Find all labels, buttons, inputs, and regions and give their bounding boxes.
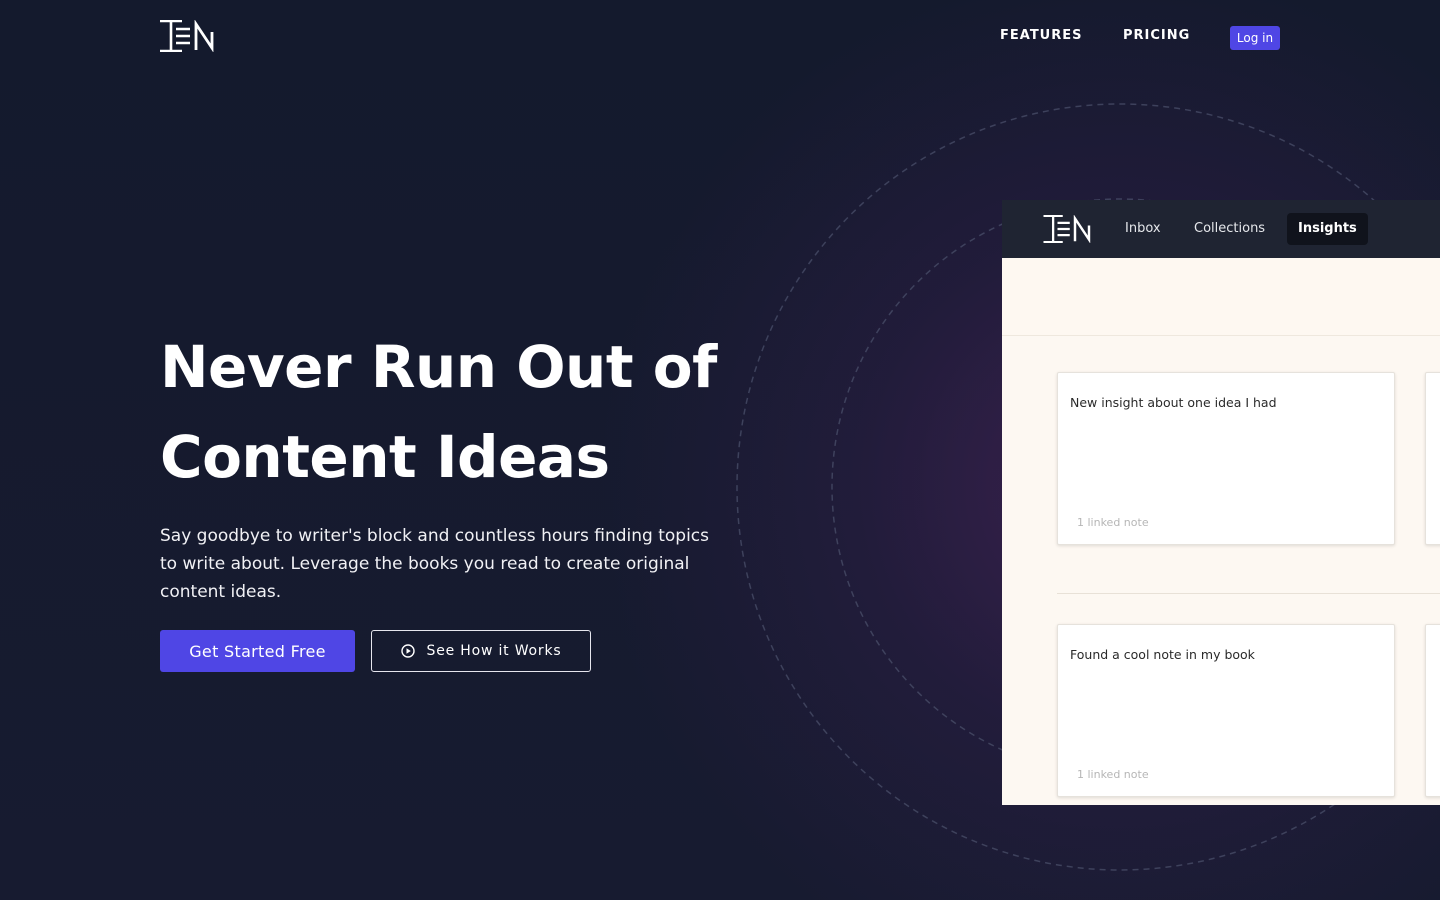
tab-insights[interactable]: Insights [1287,213,1368,245]
app-preview-toolbar-band [1002,258,1440,336]
see-how-it-works-button[interactable]: See How it Works [371,630,591,672]
insight-card-title: Found a cool note in my book [1070,647,1255,662]
app-preview: Inbox Collections Insights New insight a… [1002,200,1440,805]
tab-inbox[interactable]: Inbox [1114,213,1172,245]
insight-card[interactable]: Found a cool note in my book 1 linked no… [1057,624,1395,797]
card-row-divider [1057,593,1440,594]
hero-title-line-2: Content Ideas [160,423,610,491]
get-started-button[interactable]: Get Started Free [160,630,355,672]
nav-link-features[interactable]: FEATURES [1000,28,1083,43]
insight-card-partial[interactable] [1425,372,1440,545]
insight-card-meta: 1 linked note [1077,768,1149,781]
hero-subtitle: Say goodbye to writer's block and countl… [160,526,710,602]
insight-card-title: New insight about one idea I had [1070,395,1277,410]
insight-card-meta: 1 linked note [1077,516,1149,529]
ten-logo-icon [1043,215,1091,243]
ten-logo-icon[interactable] [160,20,216,52]
insight-card-partial[interactable] [1425,624,1440,797]
nav-link-pricing[interactable]: PRICING [1123,28,1190,43]
hero-title: Never Run Out of Content Ideas [160,322,760,502]
play-circle-icon [400,644,415,658]
login-button[interactable]: Log in [1230,26,1280,50]
hero-title-line-1: Never Run Out of [160,333,717,401]
insight-card[interactable]: New insight about one idea I had 1 linke… [1057,372,1395,545]
app-preview-navbar: Inbox Collections Insights [1002,200,1440,258]
tab-collections[interactable]: Collections [1183,213,1276,245]
see-how-it-works-label: See How it Works [426,643,562,659]
